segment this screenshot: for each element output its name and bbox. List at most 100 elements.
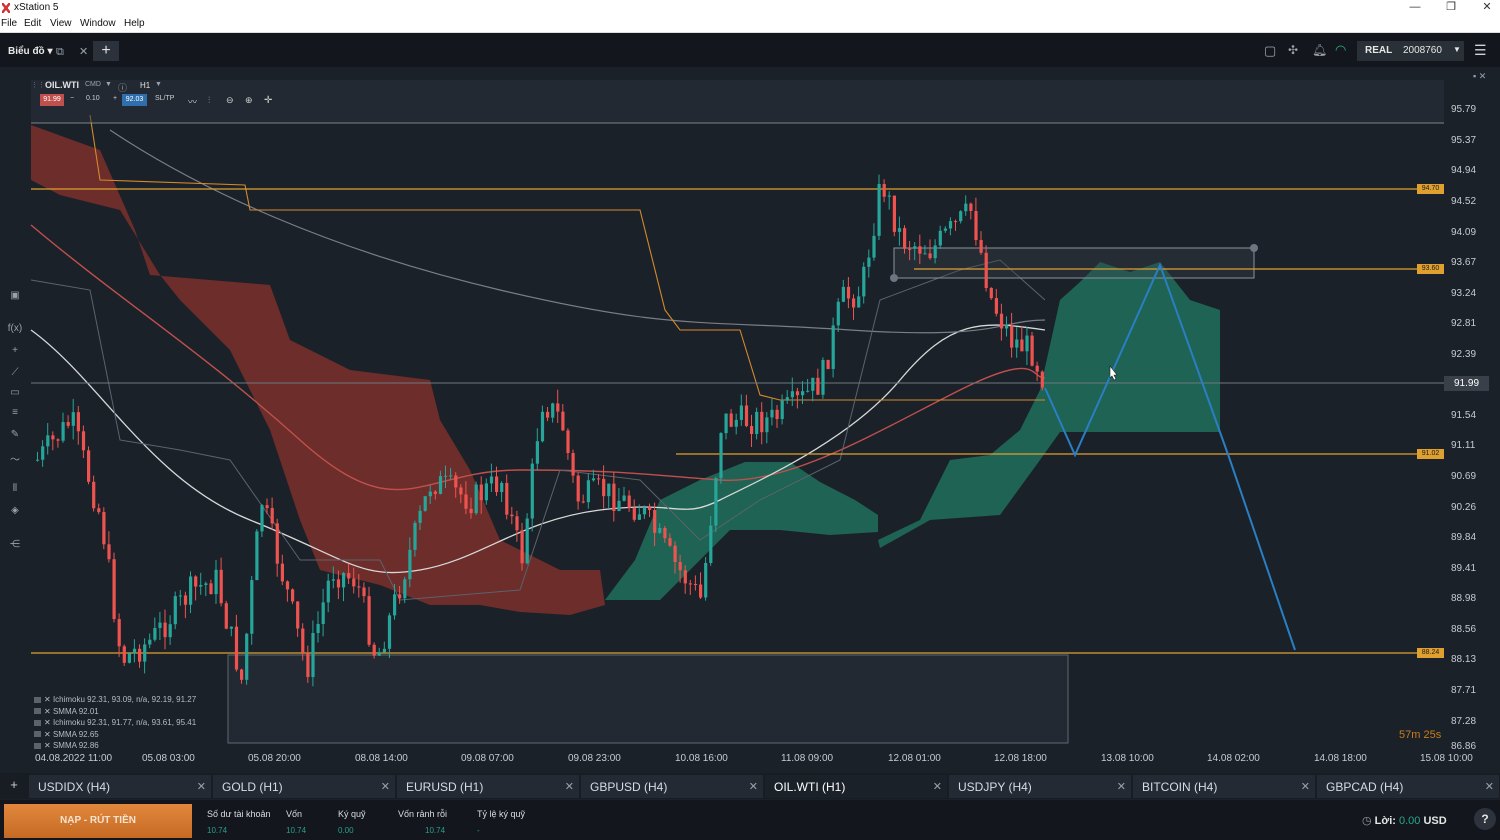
close-icon[interactable]: ✕	[933, 780, 942, 793]
line-tool-icon[interactable]: ⟋	[5, 367, 25, 378]
candle-body	[678, 562, 682, 571]
add-chart-button[interactable]: +	[4, 777, 24, 795]
sltp-button[interactable]: SL/TP	[155, 95, 174, 102]
charts-tab[interactable]: Biểu đồ ▾	[8, 46, 52, 57]
legend-item[interactable]: ✕ Ichimoku 92.31, 91.77, n/a, 93.61, 95.…	[34, 718, 196, 730]
candle-body	[342, 573, 346, 588]
sell-price-button[interactable]: 91.99	[40, 94, 64, 106]
chart-tab-label: EURUSD (H1)	[406, 780, 484, 794]
chart-header: ⋮⋮ OIL.WTI CMD ▼ ⓘ H1 ▼ 91.99 − 0.10 + 9…	[31, 76, 291, 110]
chevron-down-icon[interactable]: ▼	[155, 81, 162, 88]
account-mode: REAL	[1365, 45, 1393, 56]
close-window-button[interactable]: ✕	[1470, 0, 1500, 16]
restore-button[interactable]: ❐	[1434, 0, 1468, 16]
close-icon[interactable]: ✕	[565, 780, 574, 793]
chart-tab[interactable]: USDIDX (H4) ✕	[29, 775, 211, 798]
fibonacci-icon[interactable]: ≡	[5, 407, 25, 418]
candle-body	[66, 422, 70, 426]
close-icon[interactable]: ✕	[197, 780, 206, 793]
help-button[interactable]: ?	[1474, 808, 1496, 830]
level-tag[interactable]: 94.70	[1417, 184, 1444, 194]
chart-tab-active[interactable]: OIL.WTI (H1) ✕	[765, 775, 947, 798]
checkbox-icon[interactable]	[34, 708, 41, 715]
x-tick: 12.08 01:00	[888, 753, 941, 764]
plus-icon[interactable]: +	[113, 95, 117, 102]
candle-body	[632, 507, 636, 520]
popout-icon[interactable]: ⧉	[56, 46, 64, 59]
crosshair-icon[interactable]: +	[5, 345, 25, 356]
chart-tab[interactable]: GBPCAD (H4) ✕	[1317, 775, 1499, 798]
candle-body	[826, 359, 830, 369]
level-tag[interactable]: 93.60	[1417, 264, 1444, 274]
candle-body	[760, 411, 764, 433]
share-icon[interactable]: ⋲	[5, 539, 25, 550]
close-icon[interactable]: ✕	[1117, 780, 1126, 793]
menu-view[interactable]: View	[50, 18, 72, 29]
close-icon[interactable]: ✕	[749, 780, 758, 793]
close-icon[interactable]: ✕	[1301, 780, 1310, 793]
bell-icon[interactable]: 🔔︎	[1312, 43, 1327, 57]
panel-icon[interactable]: ▣	[5, 290, 25, 301]
candle-body	[46, 435, 50, 447]
line-chart-icon[interactable]: 〰	[188, 95, 197, 108]
indicators-icon[interactable]: ⫶	[208, 95, 210, 106]
legend-item[interactable]: ✕ SMMA 92.01	[34, 707, 196, 719]
checkbox-icon[interactable]	[34, 742, 41, 749]
zoom-in-icon[interactable]: ⊕	[245, 95, 253, 106]
account-selector[interactable]: REAL 2008760 ▼	[1357, 41, 1464, 61]
level-tag[interactable]: 88.24	[1417, 648, 1444, 658]
chart-tab[interactable]: BITCOIN (H4) ✕	[1133, 775, 1315, 798]
checkbox-icon[interactable]	[34, 731, 41, 738]
function-icon[interactable]: f(x)	[5, 323, 25, 334]
chart-tab[interactable]: GBPUSD (H4) ✕	[581, 775, 763, 798]
add-workspace-button[interactable]: +	[93, 41, 119, 61]
smma-line-3	[109, 129, 1046, 334]
menu-edit[interactable]: Edit	[24, 18, 41, 29]
minus-icon[interactable]: −	[70, 95, 74, 102]
chart-tab[interactable]: USDJPY (H4) ✕	[949, 775, 1131, 798]
candle-body	[204, 583, 208, 586]
candle-body	[852, 298, 856, 308]
candle-body	[663, 528, 667, 539]
chart-tab[interactable]: GOLD (H1) ✕	[213, 775, 395, 798]
buy-price-button[interactable]: 92.03	[122, 94, 147, 106]
chart-tab[interactable]: EURUSD (H1) ✕	[397, 775, 579, 798]
volume-value[interactable]: 0.10	[86, 95, 100, 102]
deposit-withdraw-button[interactable]: NẠP - RÚT TIỀN	[4, 804, 192, 838]
menu-window[interactable]: Window	[80, 18, 116, 29]
checkbox-icon[interactable]	[34, 696, 41, 703]
chevron-down-icon[interactable]: ▼	[105, 81, 112, 88]
crosshair-icon[interactable]: ✛	[264, 95, 272, 106]
candle-body	[770, 409, 774, 418]
layers-icon[interactable]: ◈	[5, 505, 25, 516]
menu-icon[interactable]: ☰	[1474, 42, 1487, 59]
menu-help[interactable]: Help	[124, 18, 145, 29]
close-icon[interactable]: ✕	[1485, 780, 1494, 793]
info-icon[interactable]: ⓘ	[118, 81, 127, 94]
legend-item[interactable]: ✕ SMMA 92.86	[34, 741, 196, 753]
pen-icon[interactable]: ✎	[5, 429, 25, 440]
menu-file[interactable]: File	[1, 18, 17, 29]
candle-body	[969, 203, 973, 212]
minimize-button[interactable]: —	[1398, 0, 1432, 16]
legend-item[interactable]: ✕ SMMA 92.65	[34, 730, 196, 742]
legend-item[interactable]: ✕ Ichimoku 92.31, 93.09, n/a, 92.19, 91.…	[34, 695, 196, 707]
level-tag[interactable]: 91.02	[1417, 449, 1444, 459]
timeframe-selector[interactable]: H1	[140, 81, 150, 90]
zoom-out-icon[interactable]: ⊖	[226, 95, 234, 106]
rectangle-tool-icon[interactable]: ▭	[5, 387, 25, 398]
chart-symbol[interactable]: OIL.WTI	[45, 80, 79, 90]
close-icon[interactable]: ✕	[381, 780, 390, 793]
collapse-icon[interactable]: ▪ ✕	[1473, 71, 1486, 82]
bars-icon[interactable]: ⦀	[5, 483, 25, 494]
price-chart[interactable]	[0, 0, 1500, 840]
y-tick: 91.11	[1451, 440, 1476, 451]
wave-icon[interactable]: 〜	[5, 451, 25, 466]
layout-icon[interactable]: ▢	[1264, 43, 1276, 59]
candle-body	[1015, 339, 1019, 348]
network-icon[interactable]: ✣	[1288, 43, 1298, 57]
close-tab-icon[interactable]: ✕	[79, 45, 88, 58]
candle-body	[102, 512, 106, 545]
checkbox-icon[interactable]	[34, 719, 41, 726]
candle-body	[989, 287, 993, 299]
